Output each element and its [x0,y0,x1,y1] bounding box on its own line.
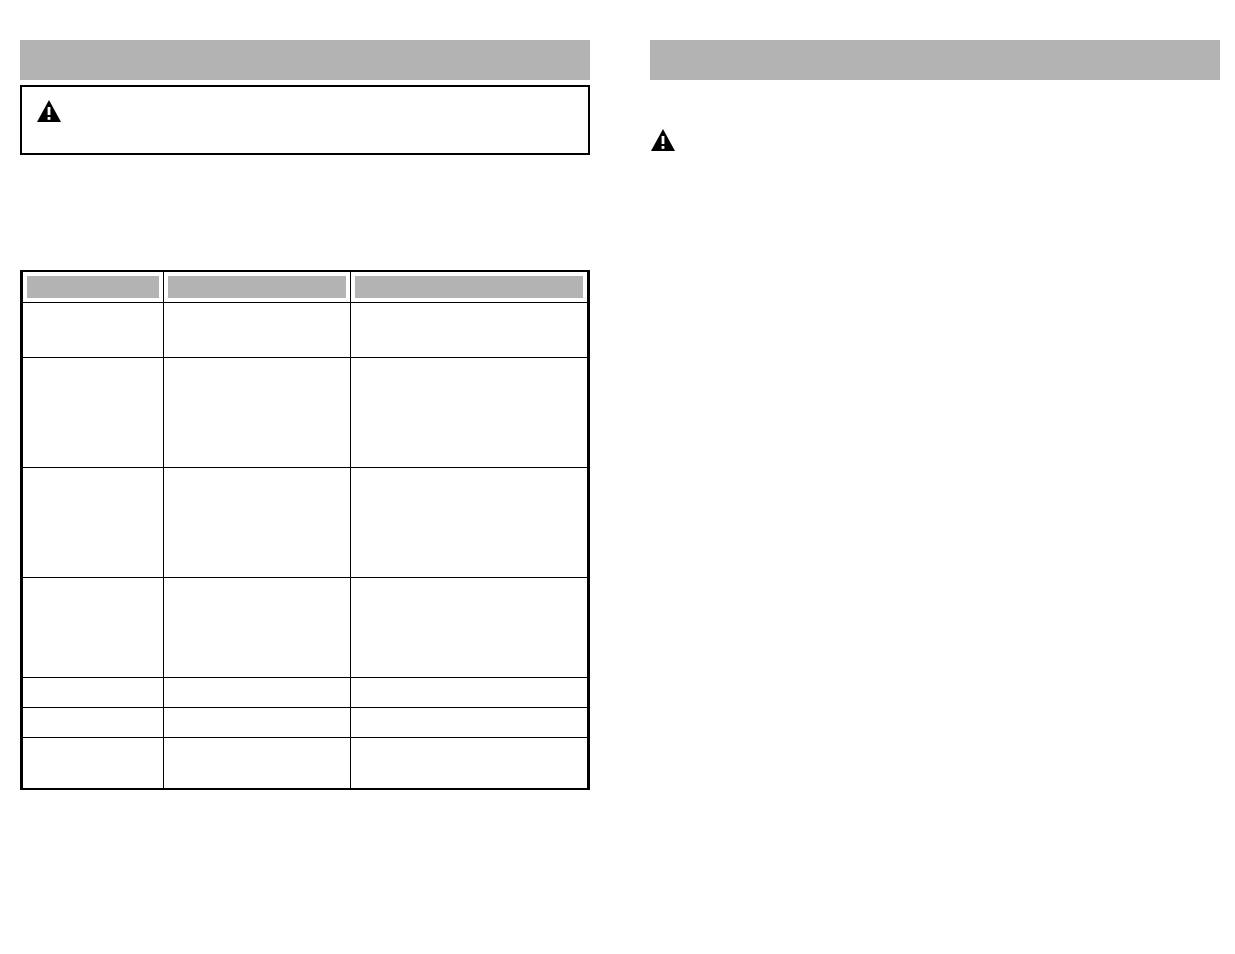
table-cell [23,738,164,788]
table-row [23,738,588,788]
table-row [23,468,588,578]
right-warning-block [650,128,1220,152]
table-row [23,708,588,738]
table-cell [164,358,350,468]
table-cell [350,678,587,708]
table-header-cell [164,272,350,303]
troubleshooting-table [20,270,590,790]
table-cell [350,358,587,468]
left-intro-text [20,155,590,165]
left-section-header [20,40,590,80]
table-header-cell [350,272,587,303]
right-column [650,40,1220,152]
table-cell [164,468,350,578]
table-cell [23,358,164,468]
table-cell [23,468,164,578]
left-warning-box [20,85,590,155]
table-row [23,578,588,678]
table-cell [164,708,350,738]
table-cell [350,578,587,678]
table-header-cell [23,272,164,303]
table-cell [164,303,350,358]
warning-icon [650,128,676,152]
table-cell [23,578,164,678]
table-cell [23,303,164,358]
table-cell [350,708,587,738]
table-cell [23,708,164,738]
table-cell [164,738,350,788]
left-column [20,40,590,790]
table-cell [350,738,587,788]
table-cell [164,678,350,708]
table-cell [350,303,587,358]
table-row [23,678,588,708]
table-header-row [23,272,588,303]
table-row [23,358,588,468]
table-row [23,303,588,358]
right-section-header [650,40,1220,80]
table-cell [350,468,587,578]
table-cell [23,678,164,708]
warning-icon [36,99,62,123]
table-cell [164,578,350,678]
